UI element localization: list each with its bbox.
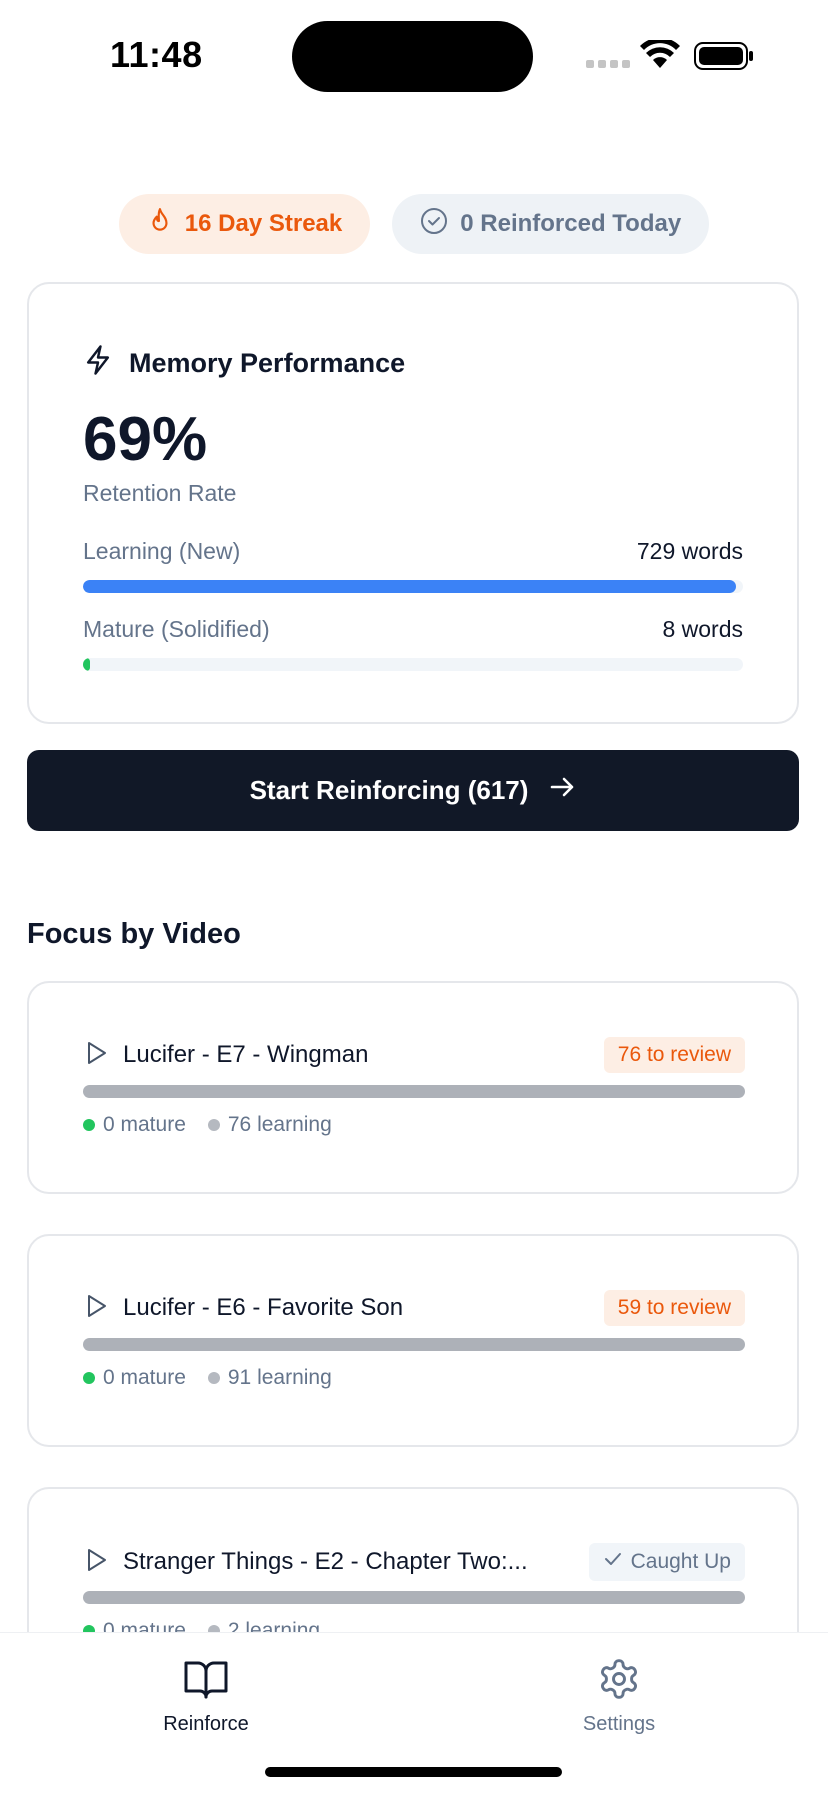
dynamic-island [292, 21, 533, 92]
check-icon [603, 1549, 623, 1575]
video-progress-bar [83, 1591, 745, 1604]
streak-label: 16 Day Streak [184, 210, 343, 237]
streak-pill: 16 Day Streak [118, 194, 371, 254]
mature-dot [83, 1372, 95, 1384]
retention-rate-label: Retention Rate [83, 480, 237, 506]
mature-progress-bar [83, 658, 743, 671]
caught-up-badge: Caught Up [588, 1543, 745, 1581]
mature-stat-row: Mature (Solidified) 8 words [83, 616, 743, 643]
tab-settings[interactable]: Settings [519, 1657, 719, 1736]
learning-dot [207, 1372, 220, 1384]
learning-value: 729 words [636, 538, 743, 564]
battery-icon [694, 42, 754, 75]
summary-pills: 16 Day Streak 0 Reinforced Today [0, 194, 828, 254]
retention-rate-value: 69% [83, 405, 208, 474]
learning-label: Learning (New) [83, 538, 241, 564]
review-count-badge: 76 to review [603, 1037, 745, 1073]
mature-dot [83, 1119, 95, 1131]
learning-count: 76 learning [227, 1113, 332, 1136]
memory-title: Memory Performance [129, 348, 406, 378]
tab-reinforce-label: Reinforce [163, 1713, 249, 1735]
video-legend: 0 mature 91 learning [83, 1366, 332, 1390]
learning-count: 91 learning [227, 1366, 332, 1389]
memory-header: Memory Performance [83, 344, 405, 383]
check-circle-icon [420, 207, 448, 242]
play-icon [83, 1547, 109, 1578]
gear-icon [597, 1657, 641, 1707]
play-icon [83, 1040, 109, 1071]
play-icon [83, 1293, 109, 1324]
mature-value: 8 words [662, 616, 743, 642]
status-time: 11:48 [110, 34, 203, 75]
video-progress-bar [83, 1085, 745, 1098]
tab-settings-label: Settings [582, 1713, 656, 1735]
wifi-icon [640, 37, 680, 75]
learning-stat-row: Learning (New) 729 words [83, 538, 743, 565]
review-count-badge: 59 to review [603, 1290, 745, 1326]
video-progress-bar [83, 1338, 745, 1351]
learning-progress-fill [83, 580, 737, 593]
cellular-signal-icon [586, 60, 630, 68]
mature-count: 0 mature [103, 1366, 186, 1389]
flame-icon [147, 207, 173, 242]
book-icon [182, 1657, 230, 1707]
video-title: Stranger Things - E2 - Chapter Two:... [123, 1548, 528, 1575]
mature-count: 0 mature [103, 1113, 186, 1136]
video-title: Lucifer - E6 - Favorite Son [123, 1294, 404, 1321]
learning-progress-bar [83, 580, 743, 593]
home-indicator [265, 1767, 562, 1777]
memory-performance-card: Memory Performance 69% Retention Rate Le… [27, 282, 799, 724]
video-card[interactable]: Lucifer - E7 - Wingman 76 to review 0 ma… [27, 981, 799, 1194]
lightning-icon [83, 344, 113, 383]
reinforced-label: 0 Reinforced Today [460, 210, 682, 237]
learning-dot [207, 1119, 220, 1131]
status-bar: 11:48 [0, 0, 828, 110]
start-reinforcing-label: Start Reinforcing (617) [249, 775, 529, 805]
mature-progress-fill [83, 658, 91, 671]
tab-reinforce[interactable]: Reinforce [106, 1657, 306, 1736]
mature-label: Mature (Solidified) [83, 616, 270, 642]
video-title: Lucifer - E7 - Wingman [123, 1041, 369, 1068]
caught-up-label: Caught Up [630, 1550, 731, 1573]
video-card[interactable]: Lucifer - E6 - Favorite Son 59 to review… [27, 1234, 799, 1447]
arrow-right-icon [548, 773, 576, 808]
start-reinforcing-button[interactable]: Start Reinforcing (617) [27, 750, 799, 831]
video-legend: 0 mature 76 learning [83, 1113, 332, 1137]
section-title: Focus by Video [27, 918, 241, 950]
reinforced-today-pill: 0 Reinforced Today [392, 194, 710, 254]
